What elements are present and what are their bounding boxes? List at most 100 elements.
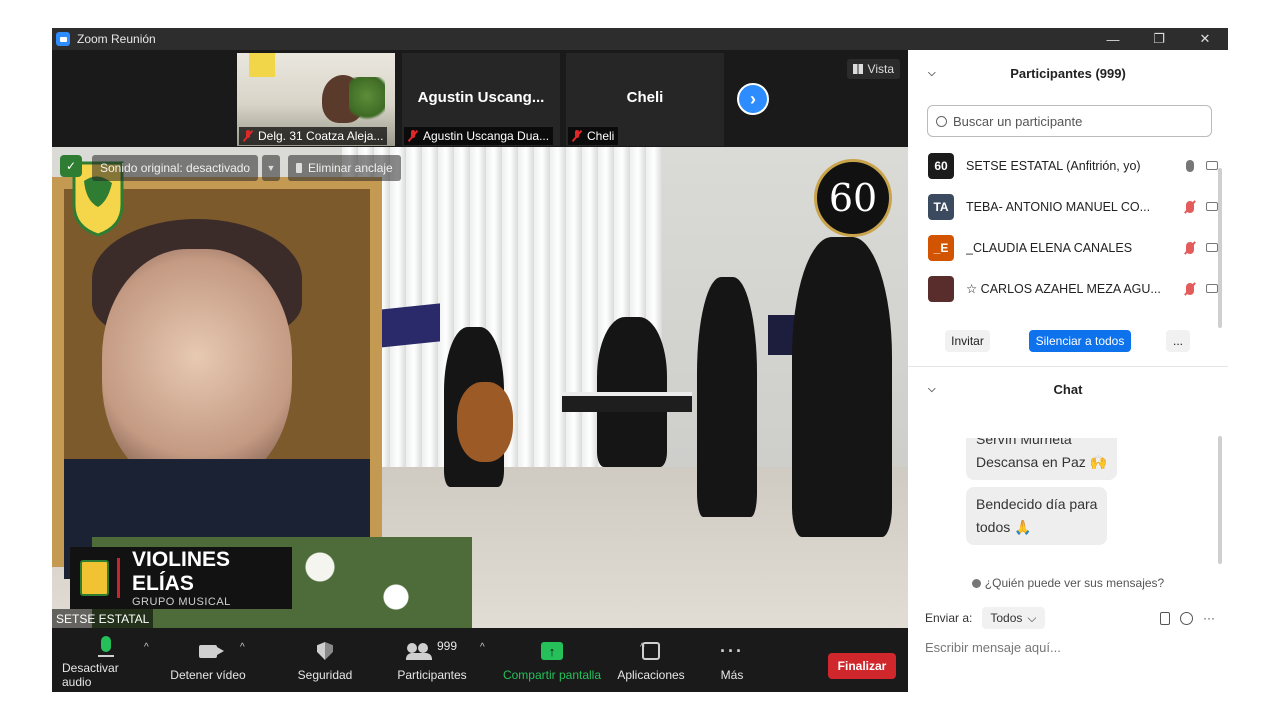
tile-label: Cheli <box>568 127 619 145</box>
participants-options-chevron[interactable]: ^ <box>480 642 485 653</box>
portrait-face <box>102 249 292 489</box>
apps-icon <box>642 642 660 660</box>
chevron-down-icon[interactable]: ⌵ <box>928 384 936 395</box>
shield-icon <box>317 642 333 660</box>
microphone-icon[interactable] <box>1186 159 1194 172</box>
video-icon[interactable] <box>1206 202 1218 211</box>
zoom-window: Zoom Reunión — ❐ ✕ Delg. 31 Coatza Aleja… <box>52 28 1228 692</box>
grid-icon <box>852 64 863 74</box>
banner-divider <box>117 558 120 598</box>
video-options-chevron[interactable]: ^ <box>240 642 245 653</box>
chat-scrollbar[interactable] <box>1218 436 1222 564</box>
minimize-button[interactable]: — <box>1090 28 1136 50</box>
share-screen-button[interactable]: ↑ Compartir pantalla ^ <box>500 628 645 692</box>
mic-muted-icon[interactable] <box>1186 200 1194 213</box>
participants-icon <box>405 643 432 660</box>
unpin-button[interactable]: Eliminar anclaje <box>288 155 401 181</box>
mic-muted-icon <box>572 130 582 142</box>
participant-row[interactable]: ☆ CARLOS AZAHEL MEZA AGU... <box>928 268 1218 309</box>
tile-label: Delg. 31 Coatza Aleja... <box>239 127 388 145</box>
apps-button[interactable]: Aplicaciones <box>616 628 686 692</box>
anniversary-logo: 60 <box>814 159 892 237</box>
send-to-row: Enviar a: Todos ⌵ ··· <box>925 606 1215 630</box>
participant-name: _CLAUDIA ELENA CANALES <box>966 240 1133 255</box>
restore-button[interactable]: ❐ <box>1136 28 1182 50</box>
participant-tile[interactable]: Delg. 31 Coatza Aleja... <box>237 53 395 146</box>
encryption-shield-icon[interactable]: ✓ <box>60 155 82 177</box>
view-button[interactable]: Vista <box>846 59 900 79</box>
chat-message-input[interactable] <box>925 635 1215 659</box>
participants-scrollbar[interactable] <box>1218 168 1222 328</box>
avatar: TA <box>928 193 954 220</box>
side-panel: ⌵ Participantes (999) Buscar un particip… <box>908 50 1228 692</box>
cello <box>457 382 513 462</box>
participants-count: 999 <box>436 639 458 653</box>
person-icon <box>971 578 981 588</box>
participant-search[interactable]: Buscar un participante <box>927 105 1212 137</box>
more-options-button[interactable]: ... <box>1166 330 1190 352</box>
chevron-down-icon[interactable]: ⌵ <box>928 68 936 79</box>
chat-header[interactable]: ⌵ Chat <box>908 376 1228 402</box>
mic-muted-icon <box>408 130 418 142</box>
chat-message: Bendecido día para todos 🙏 <box>966 487 1108 545</box>
keyboard <box>562 392 692 412</box>
mute-audio-button[interactable]: Desactivar audio ^ <box>62 628 150 692</box>
microphone-icon <box>98 636 114 657</box>
participant-name: ☆ CARLOS AZAHEL MEZA AGU... <box>966 282 1161 296</box>
video-icon[interactable] <box>1206 161 1218 170</box>
file-icon[interactable] <box>1160 611 1170 625</box>
banner-title: VIOLINES ELÍAS <box>132 548 231 595</box>
participants-button[interactable]: 999 Participantes ^ <box>392 628 484 692</box>
participant-row[interactable]: TA TEBA- ANTONIO MANUEL CO... <box>928 186 1218 227</box>
avatar: _E <box>928 234 954 261</box>
search-icon <box>936 115 947 127</box>
emoji-icon[interactable] <box>1180 611 1193 625</box>
mute-all-button[interactable]: Silenciar a todos <box>1029 330 1131 352</box>
chevron-down-icon[interactable]: ▼ <box>262 155 280 181</box>
banner-subtitle: GRUPO MUSICAL <box>132 596 231 608</box>
participant-name: SETSE ESTATAL (Anfitrión, yo) <box>966 158 1141 173</box>
audio-options-chevron[interactable]: ^ <box>144 642 149 653</box>
original-sound-button[interactable]: Sonido original: desactivado <box>92 155 259 181</box>
participant-tile[interactable]: Agustin Uscang... Agustin Uscanga Dua... <box>402 53 560 146</box>
pin-icon <box>296 163 302 173</box>
invite-button[interactable]: Invitar <box>945 330 990 352</box>
tile-label: Agustin Uscanga Dua... <box>404 127 554 145</box>
who-can-see-link[interactable]: ¿Quién puede ver sus mensajes? <box>908 572 1228 594</box>
gallery-next-button[interactable]: › <box>737 83 769 115</box>
video-icon[interactable] <box>1206 284 1218 293</box>
avatar <box>928 275 954 302</box>
panel-divider <box>908 366 1228 367</box>
close-button[interactable]: ✕ <box>1182 28 1228 50</box>
participant-row[interactable]: 60 SETSE ESTATAL (Anfitrión, yo) <box>928 145 1218 186</box>
chat-messages: Servín Murrieta Descansa en Paz 🙌 Bendec… <box>966 438 1136 574</box>
singer <box>697 277 757 517</box>
more-button[interactable]: ··· Más <box>712 628 752 692</box>
plant-decoration <box>349 77 385 125</box>
tile-name: Agustin Uscang... <box>417 89 545 106</box>
mic-muted-icon[interactable] <box>1186 241 1194 254</box>
mic-muted-icon[interactable] <box>1186 282 1194 295</box>
window-controls: — ❐ ✕ <box>1090 28 1228 50</box>
more-icon[interactable]: ··· <box>1203 611 1215 625</box>
video-participant-name: SETSE ESTATAL <box>52 609 154 628</box>
mic-muted-icon <box>243 130 253 142</box>
send-to-select[interactable]: Todos ⌵ <box>982 607 1045 629</box>
end-meeting-button[interactable]: Finalizar <box>828 653 896 679</box>
banner-logo <box>80 560 110 596</box>
camera-icon <box>199 644 224 658</box>
search-input[interactable]: Buscar un participante <box>953 114 1082 129</box>
security-button[interactable]: Seguridad <box>292 628 358 692</box>
lower-third-banner: VIOLINES ELÍAS GRUPO MUSICAL <box>70 547 292 609</box>
video-icon[interactable] <box>1206 243 1218 252</box>
participant-row[interactable]: _E _CLAUDIA ELENA CANALES <box>928 227 1218 268</box>
participants-header[interactable]: ⌵ Participantes (999) <box>908 60 1228 86</box>
zoom-app-icon <box>56 32 70 46</box>
participant-name: TEBA- ANTONIO MANUEL CO... <box>966 199 1151 214</box>
meeting-toolbar: Desactivar audio ^ Detener vídeo ^ Segur… <box>52 628 908 692</box>
gallery-strip: Delg. 31 Coatza Aleja... Agustin Uscang.… <box>52 50 908 147</box>
title-bar: Zoom Reunión — ❐ ✕ <box>52 28 1228 50</box>
window-title: Zoom Reunión <box>77 32 156 46</box>
stop-video-button[interactable]: Detener vídeo ^ <box>168 628 248 692</box>
participant-tile[interactable]: Cheli Cheli <box>566 53 724 146</box>
